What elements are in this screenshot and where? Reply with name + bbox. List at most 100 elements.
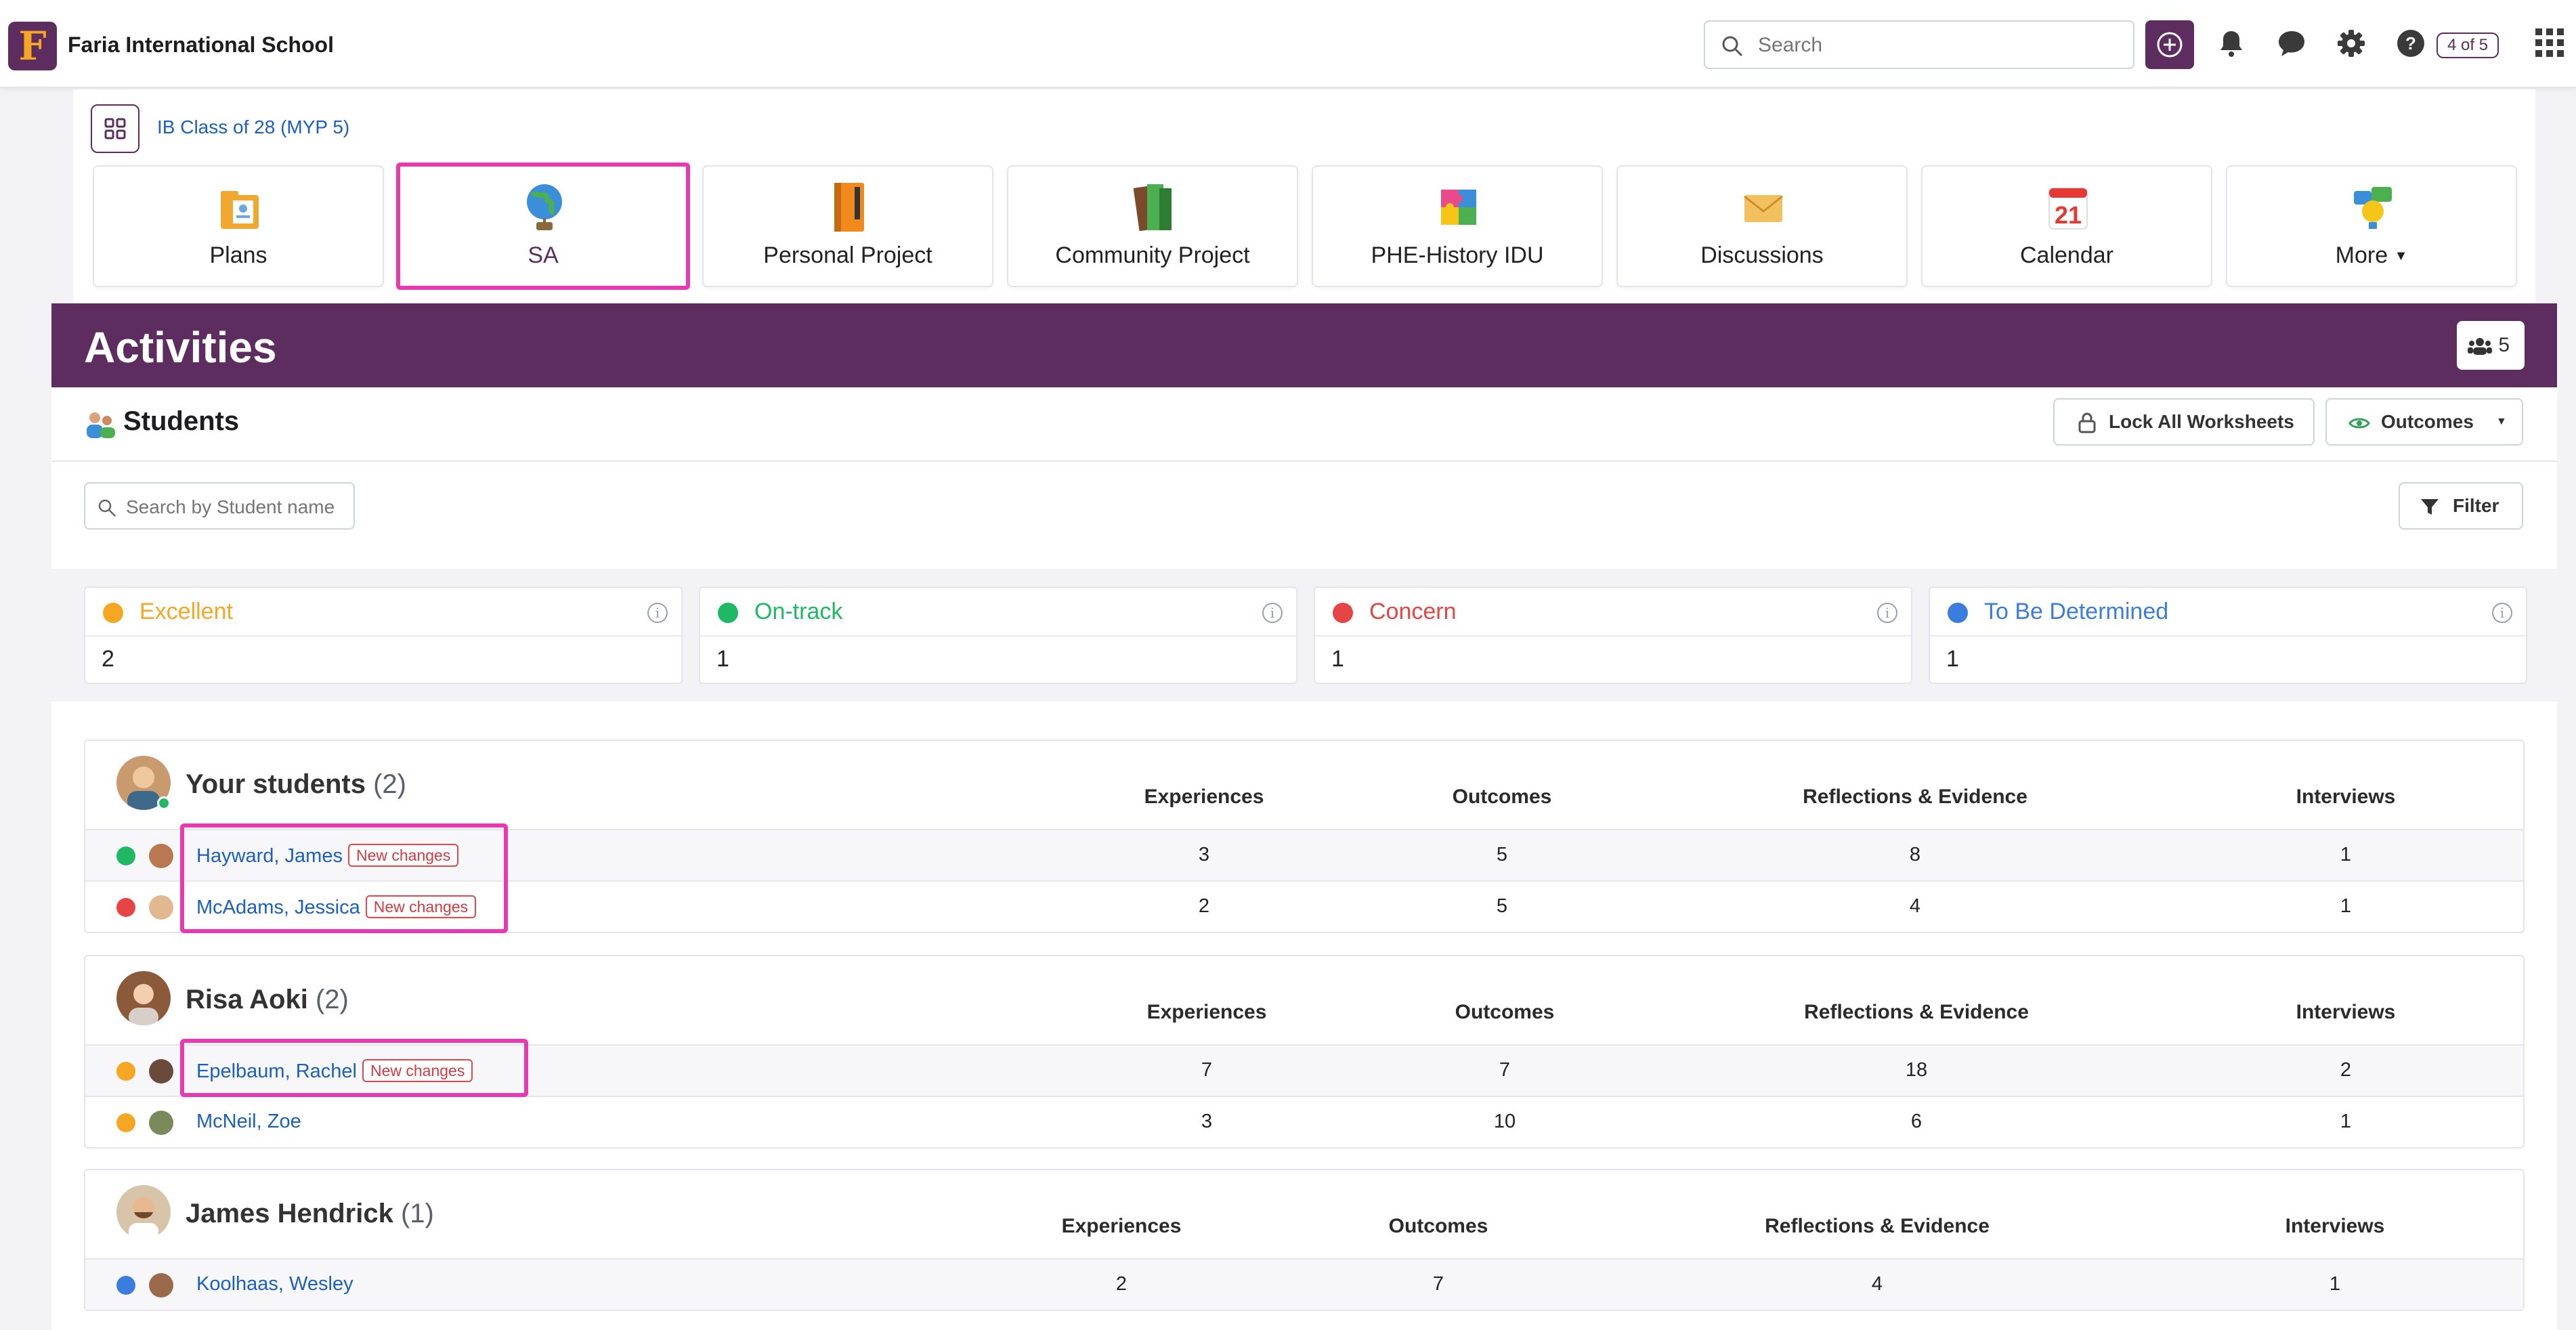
refresh-icon [1948, 603, 1968, 623]
student-avatar [149, 895, 173, 920]
outcomes-value[interactable]: 5 [1333, 895, 1671, 918]
info-icon[interactable]: i [1262, 603, 1283, 623]
student-search[interactable] [84, 482, 355, 530]
outcomes-value[interactable]: 7 [1269, 1273, 1608, 1295]
advisor-name: Risa Aoki [186, 985, 308, 1014]
outcomes-value[interactable]: 5 [1333, 844, 1671, 866]
svg-text:21: 21 [2055, 201, 2082, 229]
trophy-icon [103, 603, 123, 623]
experiences-value[interactable]: 7 [1037, 1059, 1376, 1081]
caret-down-icon: ▼ [2394, 249, 2408, 263]
reflections-value[interactable]: 4 [1708, 1273, 2046, 1295]
tile-discussions[interactable]: Discussions [1616, 165, 1908, 287]
highlight-new-changes [180, 823, 508, 933]
status-excellent[interactable]: Excellent i 2 [84, 586, 683, 684]
info-icon[interactable]: i [1877, 603, 1897, 623]
bell-icon[interactable] [2218, 28, 2245, 58]
status-name: Excellent [139, 599, 233, 624]
experiences-value[interactable]: 2 [952, 1273, 1291, 1295]
help-icon[interactable]: ? [2396, 28, 2426, 58]
student-avatar [149, 1111, 173, 1135]
status-on-track[interactable]: On-track i 1 [699, 586, 1297, 684]
tile-label: Community Project [1055, 242, 1250, 268]
filter-label: Filter [2453, 495, 2499, 516]
top-bar: F Faria International School ? 4 of 5 [0, 0, 2576, 88]
group-title: Risa Aoki (2) [186, 985, 349, 1015]
interviews-value[interactable]: 1 [2176, 895, 2515, 918]
tile-label: Discussions [1700, 242, 1824, 268]
outcomes-value[interactable]: 10 [1335, 1111, 1674, 1133]
reflections-value[interactable]: 8 [1746, 844, 2084, 866]
status-to-be-determined[interactable]: To Be Determined i 1 [1929, 586, 2527, 684]
interviews-value[interactable]: 2 [2176, 1059, 2515, 1081]
lightbulb-icon [2354, 187, 2392, 229]
student-name-link[interactable]: Koolhaas, Wesley [196, 1273, 353, 1295]
chat-icon[interactable] [2277, 28, 2306, 58]
gear-icon[interactable] [2336, 28, 2366, 58]
outcomes-dropdown[interactable]: Outcomes ▼ [2325, 398, 2523, 446]
tile-phe-history-idu[interactable]: PHE-History IDU [1312, 165, 1603, 287]
advisor-name: Your students [186, 769, 366, 799]
school-logo[interactable]: F [8, 22, 57, 70]
column-header-experiences: Experiences [1144, 786, 1264, 808]
table-row: McNeil, Zoe 3 10 6 1 [85, 1096, 2523, 1147]
online-indicator [157, 796, 171, 810]
status-count: 1 [716, 646, 729, 672]
class-grid-button[interactable] [91, 104, 139, 153]
status-name: On-track [754, 599, 843, 624]
global-search[interactable] [1704, 20, 2134, 69]
highlight-sa [396, 163, 690, 290]
student-avatar [149, 1273, 173, 1297]
column-header-interviews: Interviews [2285, 1215, 2385, 1237]
student-search-input[interactable] [126, 494, 349, 520]
column-header-outcomes: Outcomes [1455, 1001, 1555, 1023]
student-name: McNeil, Zoe [196, 1111, 301, 1132]
eye-icon [2348, 418, 2370, 429]
plus-circle-icon [2157, 32, 2183, 58]
info-icon[interactable]: i [647, 603, 668, 623]
interviews-value[interactable]: 1 [2166, 1273, 2504, 1295]
search-icon [1722, 36, 1743, 57]
tile-calendar[interactable]: 21 Calendar [1921, 165, 2212, 287]
tile-label: Calendar [2020, 242, 2113, 268]
envelope-icon [1744, 195, 1783, 222]
student-name-link[interactable]: McNeil, Zoe [196, 1111, 301, 1133]
members-count-button[interactable]: 5 [2457, 321, 2525, 370]
tile-label: Plans [209, 242, 267, 268]
tile-personal-project[interactable]: Personal Project [702, 165, 993, 287]
interviews-value[interactable]: 1 [2176, 844, 2515, 866]
status-concern[interactable]: Concern i 1 [1314, 586, 1912, 684]
grid-icon [104, 118, 126, 140]
experiences-value[interactable]: 3 [1035, 844, 1373, 866]
filter-button[interactable]: Filter [2399, 482, 2523, 530]
tile-more[interactable]: More ▼ [2226, 165, 2517, 287]
group-count: (2) [373, 769, 406, 799]
tile-community-project[interactable]: Community Project [1007, 165, 1298, 287]
outcomes-value[interactable]: 7 [1335, 1059, 1674, 1081]
experiences-value[interactable]: 3 [1037, 1111, 1376, 1133]
column-header-outcomes: Outcomes [1452, 786, 1552, 808]
lock-icon [2078, 412, 2096, 433]
experiences-value[interactable]: 2 [1035, 895, 1373, 918]
add-button[interactable] [2145, 20, 2194, 69]
tile-plans[interactable]: Plans [93, 165, 384, 287]
column-header-reflections: Reflections & Evidence [1804, 1001, 2029, 1023]
reflections-value[interactable]: 4 [1746, 895, 2084, 918]
lock-all-worksheets-button[interactable]: Lock All Worksheets [2053, 398, 2315, 446]
student-group: James Hendrick (1) Experiences Outcomes … [84, 1169, 2525, 1311]
info-icon[interactable]: i [2492, 603, 2512, 623]
reflections-value[interactable]: 18 [1747, 1059, 2086, 1081]
global-search-input[interactable] [1758, 33, 2124, 58]
class-link[interactable]: IB Class of 28 (MYP 5) [157, 116, 349, 138]
column-header-interviews: Interviews [2296, 1001, 2396, 1023]
interviews-value[interactable]: 1 [2176, 1111, 2515, 1133]
school-name[interactable]: Faria International School [68, 33, 334, 58]
page-counter[interactable]: 4 of 5 [2437, 33, 2499, 58]
status-name: Concern [1369, 599, 1457, 624]
avatar [116, 971, 171, 1025]
reflections-value[interactable]: 6 [1747, 1111, 2086, 1133]
status-flag-icon [116, 846, 135, 865]
student-avatar [149, 844, 173, 868]
plans-icon [221, 191, 259, 229]
apps-grid-icon[interactable] [2535, 28, 2564, 57]
